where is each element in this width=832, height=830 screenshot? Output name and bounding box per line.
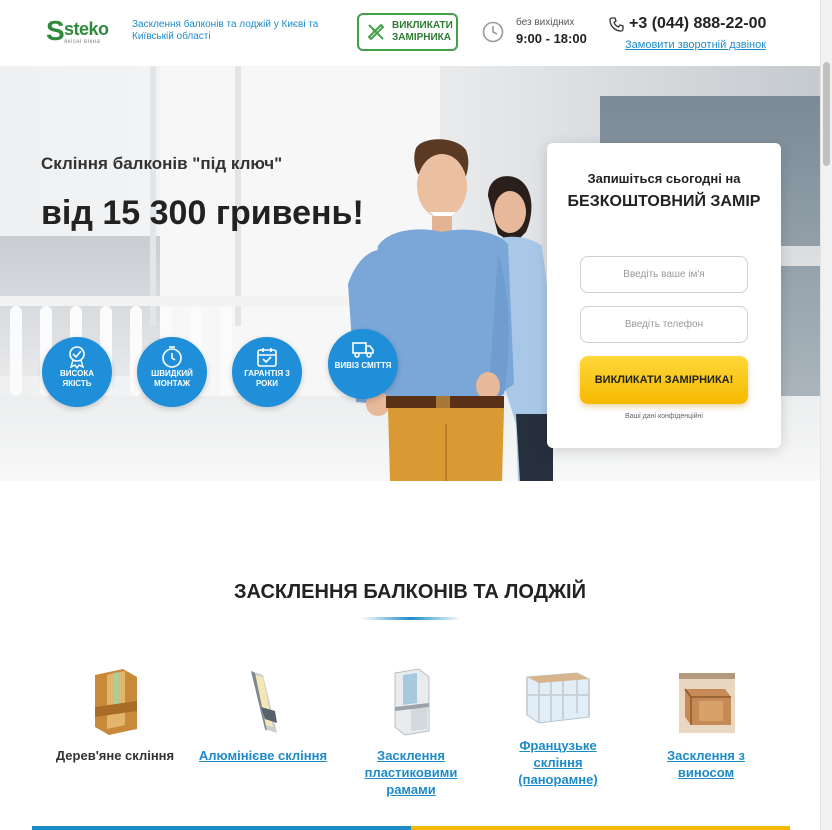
section-bottom-divider (32, 826, 790, 830)
callback-link[interactable]: Замовити зворотній дзвінок (625, 39, 766, 51)
hero-price-heading: від 15 300 гривень! (41, 194, 364, 232)
page-scrollbar[interactable] (820, 0, 832, 830)
product-extended[interactable]: Засклення з виносом (641, 667, 771, 781)
badge-fast-install: ШВИДКИЙ МОНТАЖ (137, 337, 207, 407)
plastic-profile-icon (394, 668, 430, 736)
call-measurer-label: ВИКЛИКАТИ ЗАМІРНИКА (392, 20, 453, 43)
privacy-note: Ваші дані конфіденційні (625, 413, 703, 420)
phone-number[interactable]: +3 (044) 888-22-00 (629, 14, 766, 34)
happy-couple-photo (348, 139, 553, 481)
product-aluminium[interactable]: Алюмінієве скління (198, 667, 328, 764)
panoramic-balcony-icon (526, 672, 590, 724)
clock-icon (162, 346, 182, 368)
product-panoramic[interactable]: Французьке скління (панорамне) (493, 667, 623, 788)
section-title-underline (361, 617, 461, 620)
hero-subtitle: Скління балконів "під ключ" (41, 154, 283, 173)
medal-icon (69, 346, 85, 369)
wooden-profile-icon (95, 669, 137, 735)
steko-logo[interactable]: S steko якісні вікна (46, 15, 118, 48)
product-link[interactable]: Алюмінієве скління (198, 747, 328, 764)
badge-warranty: ГАРАНТІЯ 3 РОКИ (232, 337, 302, 407)
logo-letter: S (46, 15, 65, 46)
form-heading: Запишіться сьогодні на (587, 171, 741, 186)
product-link[interactable]: Засклення пластиковими рамами (346, 747, 476, 798)
clock-icon (482, 21, 504, 43)
badge-label: ГАРАНТІЯ 3 РОКИ (244, 369, 290, 388)
extended-balcony-icon (679, 673, 735, 733)
badge-label: ВИСОКА ЯКІСТЬ (60, 369, 94, 388)
badge-waste-removal: ВИВІЗ СМІТТЯ (328, 329, 398, 399)
calendar-icon (257, 348, 277, 367)
phone-icon (609, 17, 624, 32)
product-plastic[interactable]: Засклення пластиковими рамами (346, 667, 476, 798)
site-header: S steko якісні вікна Засклення балконів … (0, 0, 820, 66)
hero-baluster (220, 306, 232, 396)
hero-baluster (10, 306, 22, 396)
header-tagline: Засклення балконів та лоджій у Києві та … (132, 19, 319, 42)
product-link[interactable]: Французьке скління (панорамне) (493, 737, 623, 788)
aluminium-profile-icon (251, 671, 277, 733)
form-subheading: БЕЗКОШТОВНИЙ ЗАМІР (567, 193, 761, 210)
phone-input[interactable] (580, 306, 748, 343)
logo-subtitle: якісні вікна (64, 39, 101, 45)
working-hours: 9:00 - 18:00 (516, 31, 587, 46)
working-days-label: без вихідних (516, 17, 575, 28)
ruler-pencil-icon (367, 23, 385, 41)
badge-high-quality: ВИСОКА ЯКІСТЬ (42, 337, 112, 407)
truck-icon (352, 342, 374, 358)
badge-label: ШВИДКИЙ МОНТАЖ (151, 369, 193, 388)
badge-label: ВИВІЗ СМІТТЯ (334, 361, 392, 370)
name-input[interactable] (580, 256, 748, 293)
product-link[interactable]: Засклення з виносом (641, 747, 771, 781)
scrollbar-thumb[interactable] (823, 62, 830, 166)
logo-word: steko (64, 19, 109, 39)
submit-measurer-button[interactable]: ВИКЛИКАТИ ЗАМІРНИКА! (580, 356, 748, 404)
product-label: Дерев'яне скління (55, 748, 175, 763)
section-title: ЗАСКЛЕННЯ БАЛКОНІВ ТА ЛОДЖІЙ (234, 581, 586, 603)
measurement-request-form: Запишіться сьогодні на БЕЗКОШТОВНИЙ ЗАМІ… (547, 143, 781, 448)
product-wooden: Дерев'яне скління (50, 667, 180, 764)
call-measurer-button[interactable]: ВИКЛИКАТИ ЗАМІРНИКА (357, 13, 458, 51)
